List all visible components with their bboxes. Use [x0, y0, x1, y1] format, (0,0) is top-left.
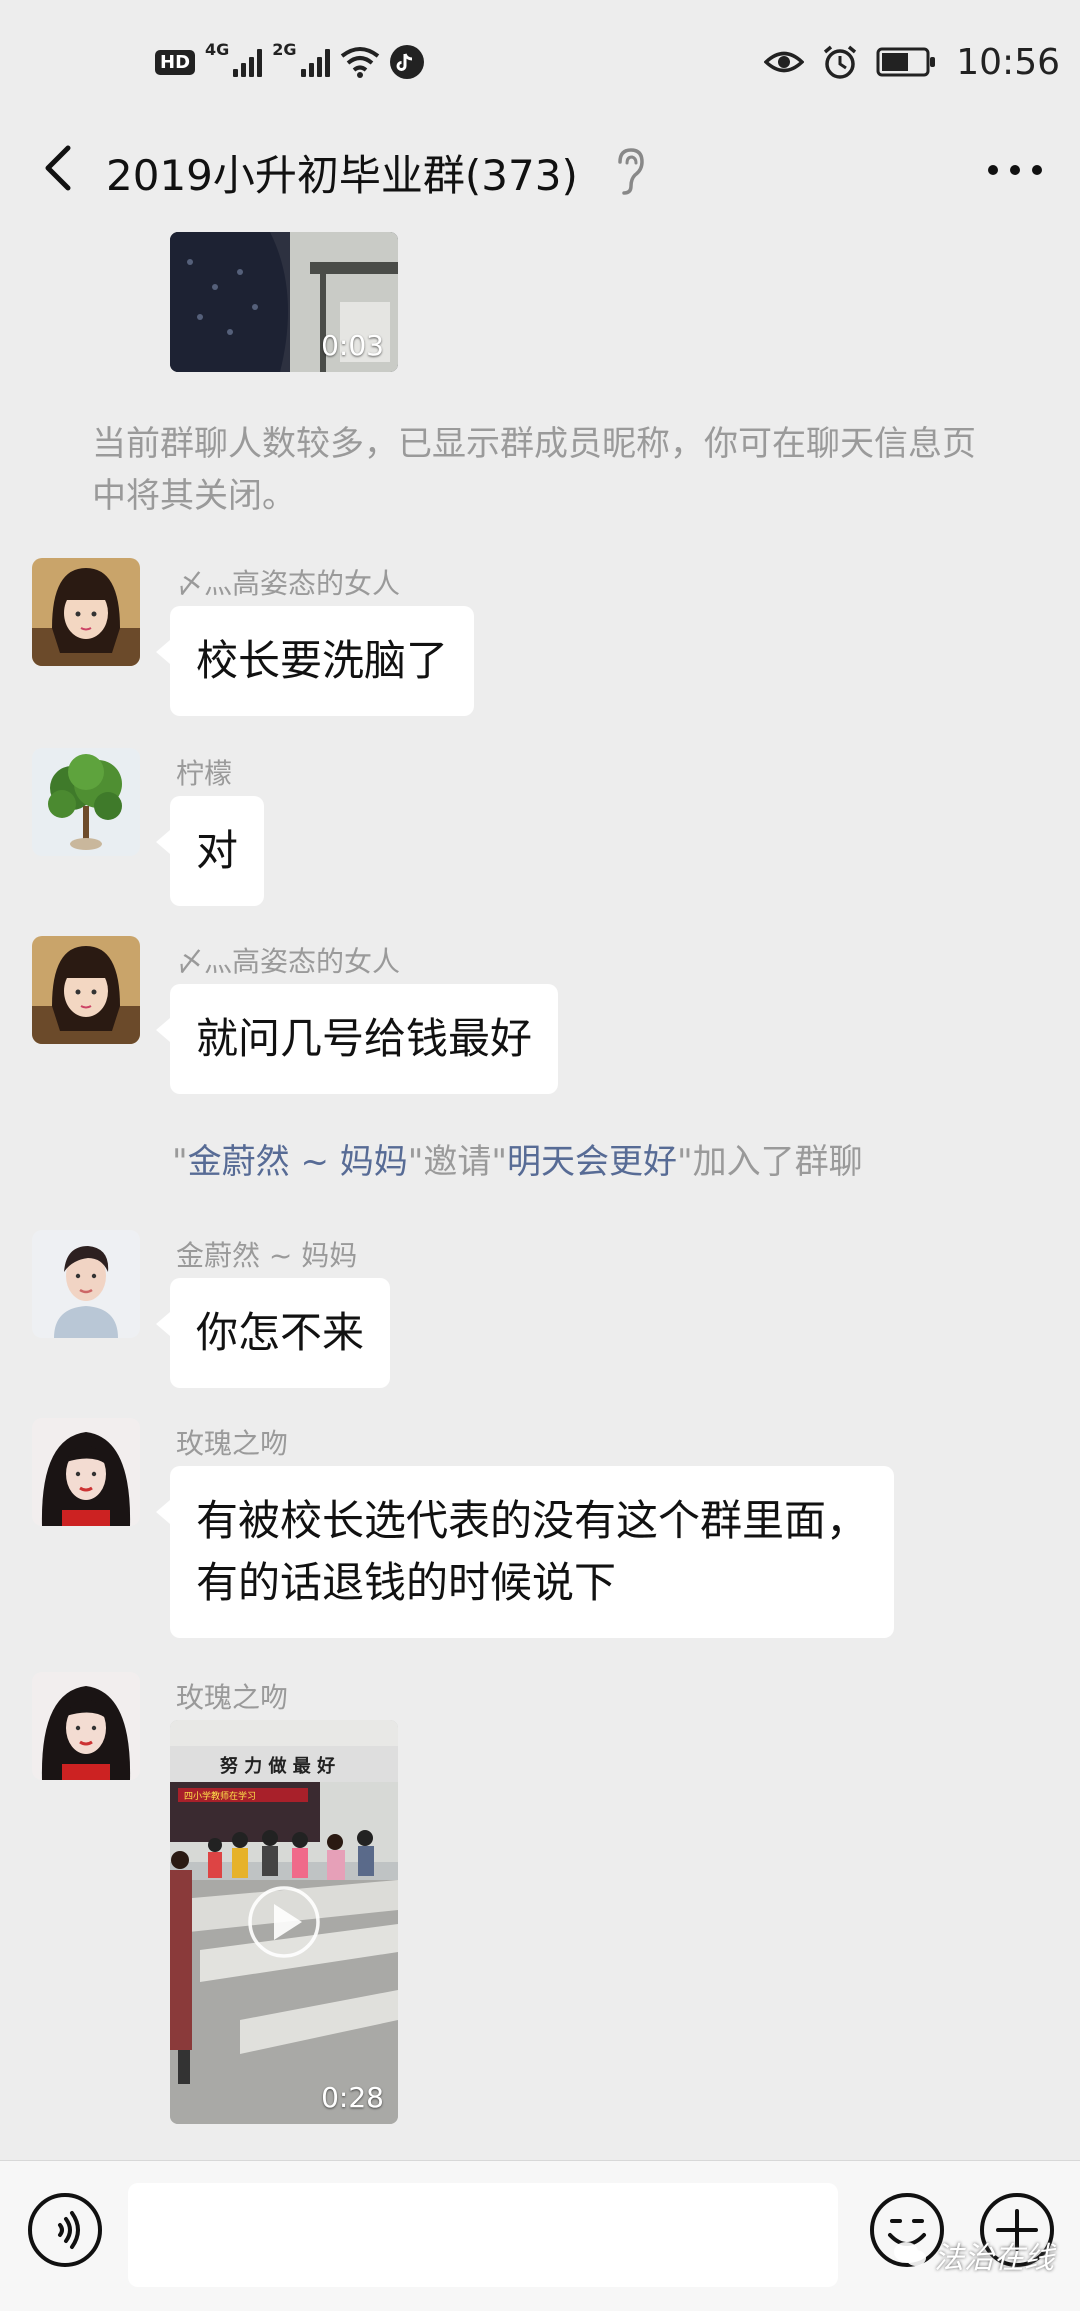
avatar[interactable]	[32, 748, 140, 856]
status-left: HD 4G 2G	[155, 40, 424, 84]
video-message-classroom[interactable]: 努 力 做 最 好 四小学教师在学习 0:28	[170, 1720, 398, 2124]
signal-2g-label: 2G	[272, 40, 297, 59]
system-notice: 当前群聊人数较多，已显示群成员昵称，你可在聊天信息页中将其关闭。	[92, 424, 976, 516]
message-bubble[interactable]: 你怎不来	[155, 1278, 391, 1388]
watermark: 法治在线	[892, 2233, 1054, 2277]
avatar[interactable]	[32, 1672, 140, 1780]
alarm-icon	[824, 45, 857, 79]
sender-nickname: 柠檬	[176, 757, 233, 790]
message-bubble[interactable]: 有被校长选代表的没有这个群里面， 有的话退钱的时候说下	[155, 1466, 895, 1638]
sender-nickname: 〆灬高姿态的女人	[176, 945, 401, 978]
voice-input-icon[interactable]	[26, 2191, 104, 2269]
battery-icon	[876, 47, 936, 77]
video-message-top[interactable]: 0:03	[170, 232, 398, 372]
signal-4g-label: 4G	[205, 40, 230, 59]
avatar[interactable]	[32, 1230, 140, 1338]
earpiece-mode-icon	[618, 148, 644, 195]
sender-nickname: 玫瑰之吻	[176, 1427, 289, 1460]
watermark-text: 法治在线	[934, 2241, 1054, 2276]
avatar[interactable]	[32, 936, 140, 1044]
message-input[interactable]	[128, 2183, 838, 2287]
avatar[interactable]	[32, 1418, 140, 1526]
sender-nickname: 〆灬高姿态的女人	[176, 567, 401, 600]
chat-header: 2019小升初毕业群(373)	[0, 120, 1080, 220]
status-bar: HD 4G 2G 10:56	[0, 0, 1080, 120]
message-bubble[interactable]: 就问几号给钱最好	[155, 984, 559, 1094]
hd-badge: HD	[155, 49, 196, 75]
eye-icon	[764, 51, 805, 73]
message-bubble[interactable]: 对	[155, 796, 265, 906]
signal-bars-icon	[233, 47, 263, 77]
join-notice-invited: "邀请"	[407, 1142, 508, 1182]
status-right: 10:56	[764, 36, 1060, 88]
join-notice: "金蔚然 ~ 妈妈"邀请"明天会更好"加入了群聊	[172, 1136, 863, 1188]
join-notice-tail: "加入了群聊	[677, 1142, 863, 1182]
sender-nickname: 金蔚然 ~ 妈妈	[176, 1239, 358, 1272]
video-thumbnail-image: 努 力 做 最 好 四小学教师在学习	[170, 1720, 398, 2124]
wifi-icon	[340, 47, 379, 78]
invitee-link[interactable]: 明天会更好	[507, 1142, 677, 1182]
avatar[interactable]	[32, 558, 140, 666]
sender-nickname: 玫瑰之吻	[176, 1681, 289, 1714]
signal-bars-2-icon	[300, 47, 330, 77]
more-options-icon[interactable]	[980, 140, 1050, 200]
message-bubble[interactable]: 校长要洗脑了	[155, 606, 475, 716]
chat-input-bar: 法治在线	[0, 2160, 1080, 2311]
banner-text: 努 力 做 最 好	[220, 1755, 335, 1777]
chat-title: 2019小升初毕业群(373)	[106, 151, 578, 200]
tiktok-icon	[389, 45, 424, 79]
wechat-icon	[894, 2242, 926, 2266]
back-arrow-icon[interactable]	[30, 138, 90, 198]
clock-time: 10:56	[956, 41, 1060, 83]
inviter-link[interactable]: 金蔚然 ~ 妈妈	[188, 1142, 408, 1182]
video-duration: 0:03	[321, 329, 384, 362]
join-notice-quote: "	[172, 1142, 188, 1182]
sub-banner-text: 四小学教师在学习	[184, 1790, 256, 1802]
video-duration: 0:28	[321, 2081, 384, 2114]
